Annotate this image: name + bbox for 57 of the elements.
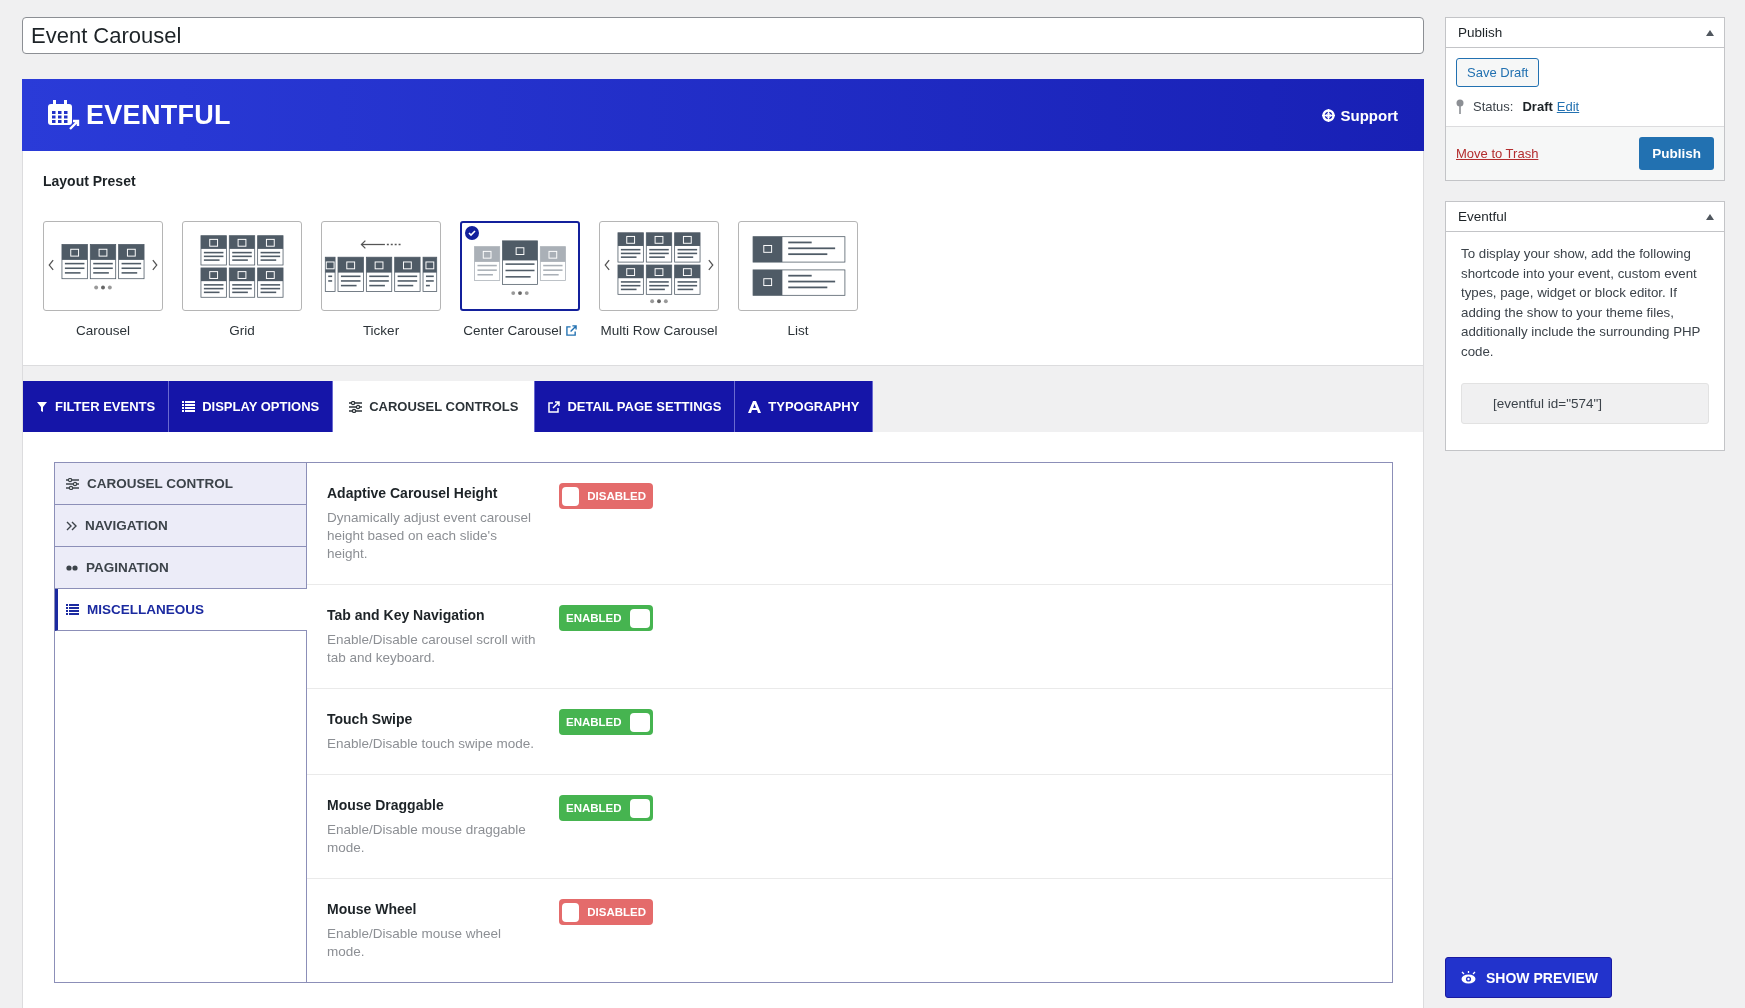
sliders-icon: [66, 477, 79, 490]
checkmark-icon: [465, 226, 479, 240]
calendar-logo-icon: [46, 99, 80, 131]
settings-tab[interactable]: DETAIL PAGE SETTINGS: [535, 381, 736, 432]
setting-title: Mouse Wheel: [327, 901, 418, 917]
preset-label: Multi Row Carousel: [600, 323, 718, 338]
settings-tab[interactable]: TYPOGRAPHY: [735, 381, 874, 432]
settings-tab[interactable]: DISPLAY OPTIONS: [169, 381, 334, 432]
post-title-field[interactable]: Event Carousel: [22, 17, 1424, 54]
text-style-icon: [748, 400, 762, 413]
eye-icon: [1461, 971, 1476, 984]
show-preview-button[interactable]: SHOW PREVIEW: [1445, 957, 1612, 998]
setting-description: Enable/Disable mouse wheel mode.: [327, 925, 503, 961]
edit-link[interactable]: Edit: [1556, 99, 1580, 114]
publish-button[interactable]: Publish: [1639, 137, 1714, 170]
external-link-icon: [548, 400, 561, 413]
sliders-icon: [349, 400, 363, 413]
setting-title: Touch Swipe: [327, 711, 414, 727]
filter-icon: [36, 400, 48, 413]
move-to-trash-link[interactable]: Move to Trash: [1456, 146, 1539, 161]
settings-nav-item[interactable]: PAGINATION: [55, 547, 306, 589]
status-value: Draft: [1522, 99, 1553, 114]
lifebuoy-icon: [1321, 108, 1335, 122]
status-label: Status:: [1473, 99, 1514, 114]
dots-icon: [66, 564, 78, 571]
setting-title: Tab and Key Navigation: [327, 607, 486, 623]
setting-title: Mouse Draggable: [327, 797, 445, 813]
external-link-icon[interactable]: [565, 325, 577, 336]
support-link[interactable]: Support: [1321, 106, 1398, 124]
preset-label: List: [787, 323, 809, 338]
setting-description: Enable/Disable carousel scroll with tab and keyboard.: [327, 631, 537, 667]
save-draft-button[interactable]: Save Draft: [1456, 58, 1540, 87]
section-label: Layout Preset: [43, 173, 137, 189]
settings-nav-item[interactable]: NAVIGATION: [55, 505, 306, 547]
settings-tab[interactable]: CAROUSEL CONTROLS: [333, 381, 536, 432]
list-icon: [182, 401, 196, 412]
panel-title: Publish: [1458, 25, 1503, 40]
setting-title: Adaptive Carousel Height: [327, 485, 499, 501]
settings-nav-item[interactable]: MISCELLANEOUS: [55, 589, 307, 631]
preset-label: Center Carousel: [463, 323, 562, 338]
collapse-arrow-icon[interactable]: [1706, 29, 1714, 36]
settings-tab[interactable]: FILTER EVENTS: [23, 381, 170, 432]
list-icon: [66, 604, 79, 615]
setting-description: Enable/Disable touch swipe mode.: [327, 735, 536, 753]
preset-label: Carousel: [76, 323, 130, 338]
preset-label: Ticker: [362, 323, 400, 338]
collapse-arrow-icon[interactable]: [1706, 213, 1714, 220]
setting-description: Enable/Disable mouse draggable mode.: [327, 821, 527, 857]
preset-label: Grid: [229, 323, 255, 338]
shortcode-field[interactable]: [eventful id="574"]: [1461, 383, 1709, 424]
instructions-text: To display your show, add the following shortcode into your event, custom event types, page, widget or block editor. If adding the show to your theme files, additionally include the surrounding PHP code.: [1461, 245, 1702, 361]
pin-icon: [1456, 99, 1464, 114]
brand-name: EVENTFUL: [86, 99, 231, 131]
settings-nav-item[interactable]: CAROUSEL CONTROL: [55, 463, 306, 505]
panel-title: Eventful: [1458, 209, 1507, 224]
double-chevron-icon: [66, 520, 77, 531]
setting-description: Dynamically adjust event carousel height based on each slide's height.: [327, 509, 533, 563]
